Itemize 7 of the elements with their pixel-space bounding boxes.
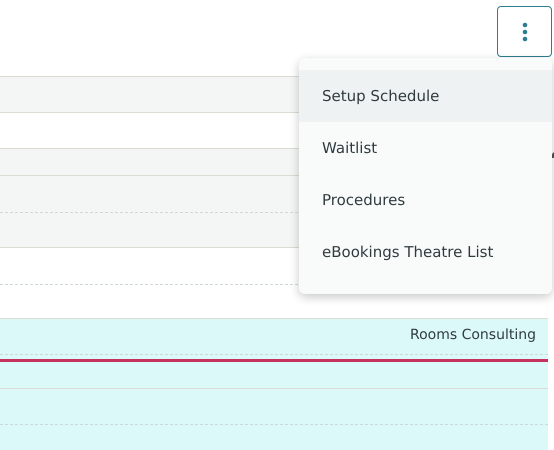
menu-item[interactable]: Procedures	[299, 174, 552, 226]
menu-item[interactable]: Setup Schedule	[299, 70, 552, 122]
resource-label: Rooms Consulting	[410, 327, 536, 343]
menu-item[interactable]: eBookings Theatre List	[299, 226, 552, 278]
menu-item[interactable]: Waitlist	[299, 122, 552, 174]
vertical-dots-icon	[522, 22, 528, 42]
more-options-button[interactable]	[497, 6, 552, 57]
